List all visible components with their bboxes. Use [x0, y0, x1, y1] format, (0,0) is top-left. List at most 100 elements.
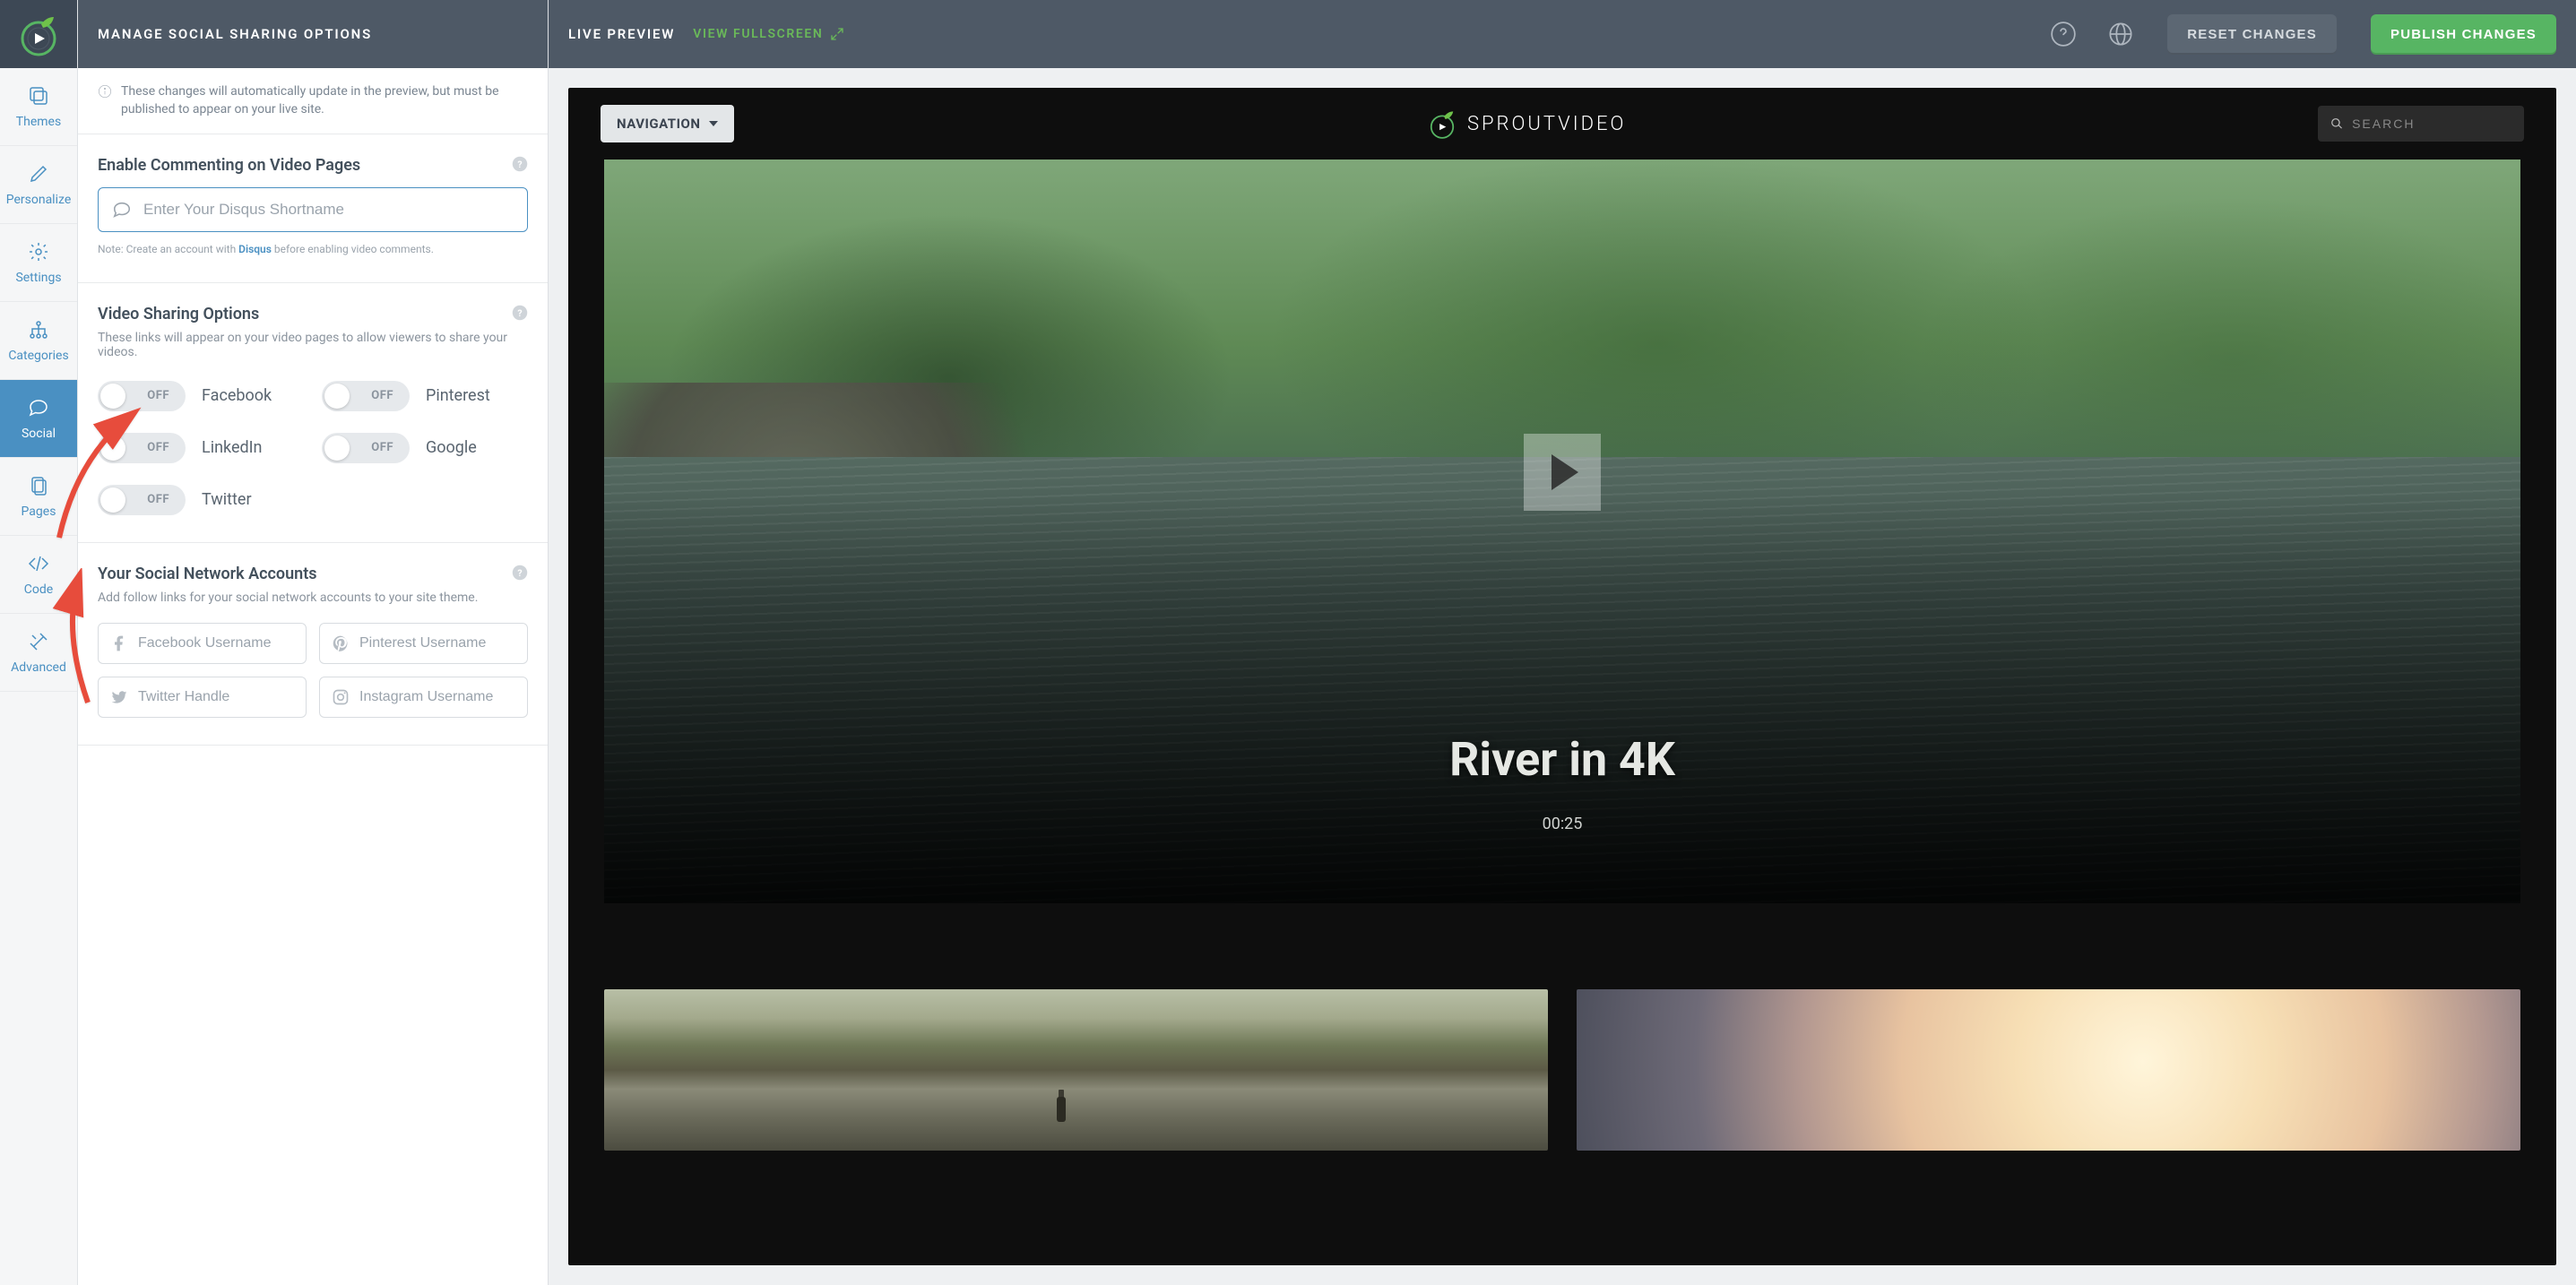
share-toggle-row: OFF Pinterest — [322, 381, 528, 411]
sidebar-item-label: Pages — [22, 505, 56, 519]
icon-sidebar: Themes Personalize Settings Categories S… — [0, 0, 78, 1285]
help-icon[interactable]: ? — [512, 156, 528, 172]
sidebar-item-label: Settings — [15, 271, 61, 285]
disqus-link[interactable]: Disqus — [238, 243, 272, 255]
sprout-logo-icon — [16, 12, 61, 56]
instagram-icon — [332, 688, 350, 706]
toggle-knob — [324, 436, 350, 461]
social-input-wrap — [98, 623, 307, 664]
sprout-logo-icon — [1426, 108, 1458, 140]
help-icon[interactable] — [2051, 22, 2076, 47]
pencil-icon — [27, 162, 50, 185]
toggle-knob — [100, 384, 125, 409]
sidebar-item-personalize[interactable]: Personalize — [0, 146, 77, 224]
share-toggle-google[interactable]: OFF — [322, 433, 410, 463]
section-title: Your Social Network Accounts — [98, 565, 528, 583]
config-panel: MANAGE SOCIAL SHARING OPTIONS These chan… — [78, 0, 549, 1285]
preview-body: NAVIGATION SPROUTVIDEO — [549, 68, 2576, 1285]
sidebar-item-social[interactable]: Social — [0, 380, 77, 458]
toggle-label: Pinterest — [426, 386, 490, 405]
preview-search[interactable] — [2318, 106, 2524, 142]
facebook-username-input[interactable] — [98, 623, 307, 664]
social-input-wrap — [98, 677, 307, 718]
publish-notice: These changes will automatically update … — [78, 68, 548, 134]
sidebar-item-themes[interactable]: Themes — [0, 68, 77, 146]
social-accounts-section: Your Social Network Accounts ? Add follo… — [78, 543, 548, 746]
preview-brand[interactable]: SPROUTVIDEO — [752, 108, 2300, 140]
twitter-username-input[interactable] — [98, 677, 307, 718]
disqus-note: Note: Create an account with Disqus befo… — [98, 243, 528, 255]
sidebar-item-label: Code — [24, 582, 53, 597]
video-duration: 00:25 — [1543, 815, 1583, 833]
live-preview-label: LIVE PREVIEW — [568, 26, 675, 42]
share-toggle-pinterest[interactable]: OFF — [322, 381, 410, 411]
sidebar-item-label: Personalize — [6, 193, 72, 207]
toggle-label: Twitter — [202, 490, 252, 509]
preview-search-input[interactable] — [2352, 116, 2511, 131]
panel-title: MANAGE SOCIAL SHARING OPTIONS — [78, 0, 548, 68]
navigation-dropdown[interactable]: NAVIGATION — [601, 105, 734, 142]
video-title: River in 4K — [1449, 732, 1675, 787]
share-toggle-linkedin[interactable]: OFF — [98, 433, 186, 463]
themes-icon — [27, 84, 50, 108]
sidebar-item-label: Themes — [16, 115, 61, 129]
chat-icon — [112, 200, 132, 220]
globe-icon[interactable] — [2108, 22, 2133, 47]
instagram-username-input[interactable] — [319, 677, 528, 718]
publish-notice-text: These changes will automatically update … — [121, 82, 528, 119]
sidebar-item-advanced[interactable]: Advanced — [0, 614, 77, 692]
search-icon — [2330, 116, 2343, 131]
toggle-knob — [100, 436, 125, 461]
video-thumbnail[interactable] — [604, 989, 1548, 1151]
help-icon[interactable]: ? — [512, 305, 528, 321]
preview-video-hero[interactable]: River in 4K 00:25 — [604, 160, 2520, 903]
sidebar-item-label: Social — [22, 427, 56, 441]
twitter-icon — [110, 688, 128, 706]
section-subtitle: These links will appear on your video pa… — [98, 331, 528, 359]
view-fullscreen-link[interactable]: VIEW FULLSCREEN — [693, 27, 844, 41]
toggle-state: OFF — [371, 389, 393, 402]
section-title: Video Sharing Options — [98, 305, 528, 323]
sidebar-item-label: Advanced — [11, 660, 66, 675]
toggle-state: OFF — [147, 441, 169, 454]
sidebar-item-code[interactable]: Code — [0, 536, 77, 614]
sidebar-item-label: Categories — [8, 349, 68, 363]
social-input-wrap — [319, 677, 528, 718]
section-title: Enable Commenting on Video Pages — [98, 156, 528, 175]
share-toggle-facebook[interactable]: OFF — [98, 381, 186, 411]
share-toggle-twitter[interactable]: OFF — [98, 485, 186, 515]
sidebar-item-pages[interactable]: Pages — [0, 458, 77, 536]
video-sharing-section: Video Sharing Options ? These links will… — [78, 283, 548, 543]
social-input-wrap — [319, 623, 528, 664]
share-toggle-row: OFF Google — [322, 433, 528, 463]
chat-icon — [27, 396, 50, 419]
share-toggle-row: OFF Facebook — [98, 381, 304, 411]
share-toggle-row: OFF Twitter — [98, 485, 304, 515]
tree-icon — [27, 318, 50, 341]
toggle-label: LinkedIn — [202, 438, 263, 457]
expand-icon — [830, 27, 844, 41]
sidebar-item-categories[interactable]: Categories — [0, 302, 77, 380]
video-thumbnail[interactable] — [1577, 989, 2520, 1151]
sidebar-item-settings[interactable]: Settings — [0, 224, 77, 302]
preview-site-header: NAVIGATION SPROUTVIDEO — [568, 88, 2556, 160]
play-icon[interactable] — [1524, 434, 1601, 511]
reset-changes-button[interactable]: RESET CHANGES — [2167, 14, 2337, 55]
toggle-state: OFF — [371, 441, 393, 454]
preview-brand-text: SPROUTVIDEO — [1467, 113, 1627, 135]
preview-pane: LIVE PREVIEW VIEW FULLSCREEN RESET CHANG… — [549, 0, 2576, 1285]
help-icon[interactable]: ? — [512, 565, 528, 581]
preview-site: NAVIGATION SPROUTVIDEO — [568, 88, 2556, 1265]
toggle-state: OFF — [147, 389, 169, 402]
tools-icon — [27, 630, 50, 653]
brand-logo-cell[interactable] — [0, 0, 77, 68]
svg-text:?: ? — [517, 306, 522, 318]
disqus-shortname-input[interactable] — [98, 187, 528, 232]
publish-changes-button[interactable]: PUBLISH CHANGES — [2371, 14, 2556, 55]
preview-header: LIVE PREVIEW VIEW FULLSCREEN RESET CHANG… — [549, 0, 2576, 68]
info-icon — [98, 84, 112, 99]
pinterest-username-input[interactable] — [319, 623, 528, 664]
caret-down-icon — [709, 121, 718, 126]
svg-text:?: ? — [517, 566, 522, 578]
facebook-icon — [110, 634, 128, 652]
